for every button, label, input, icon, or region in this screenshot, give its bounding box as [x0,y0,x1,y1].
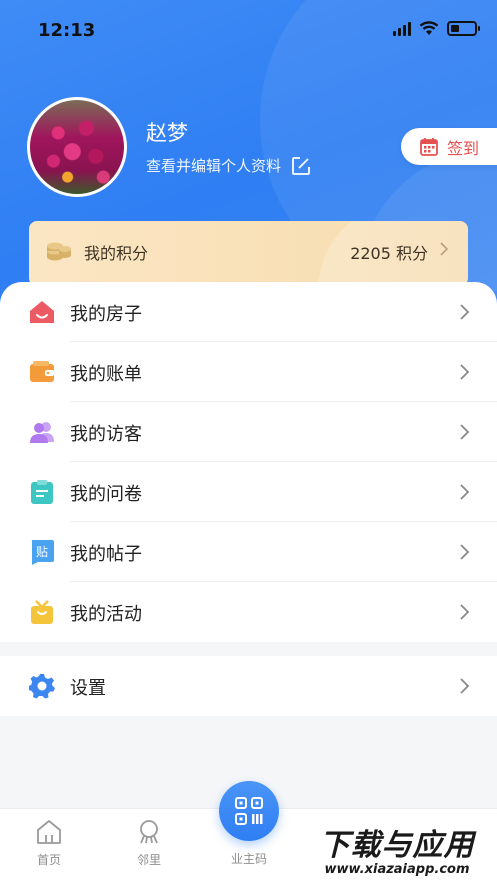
chevron-right-icon [460,544,469,560]
chevron-right-icon [460,304,469,320]
menu-item-my-house[interactable]: 我的房子 [0,282,497,342]
wifi-icon [419,21,439,35]
menu-item-label: 我的房子 [70,304,142,325]
chevron-right-icon [460,424,469,440]
tab-neighbors-label: 邻里 [136,853,161,867]
tab-home-label: 首页 [36,853,61,867]
settings-row[interactable]: 设置 [0,656,497,716]
battery-icon [447,21,480,36]
checkin-label: 签到 [447,138,480,158]
menu-item-my-visitors[interactable]: 我的访客 [0,402,497,462]
menu-item-my-posts[interactable]: 贴 我的帖子 [0,522,497,582]
menu-item-my-questionnaires[interactable]: 我的问卷 [0,462,497,522]
menu-item-label: 我的活动 [70,604,142,625]
avatar[interactable] [27,97,127,197]
points-value: 2205 积分 [350,244,428,263]
calendar-icon [420,137,438,156]
menu-item-my-activities[interactable]: 我的活动 [0,582,497,642]
user-name: 赵梦 [146,121,188,145]
chevron-right-icon [440,242,448,256]
chevron-right-icon [460,604,469,620]
menu-item-label: 我的帖子 [70,544,142,565]
clipboard-icon [31,480,53,504]
edit-icon [292,156,310,175]
chevron-right-icon [460,364,469,380]
tab-home[interactable]: 首页 [19,819,79,868]
checkin-button[interactable]: 签到 [401,128,497,165]
cellular-signal-icon [393,21,411,36]
gear-icon [29,674,55,699]
points-card[interactable]: 我的积分 2205 积分 [29,221,468,286]
svg-text:贴: 贴 [36,545,48,559]
neighbors-icon [140,820,158,844]
wallet-icon [30,361,54,382]
status-time: 12:13 [38,20,96,41]
owner-code-label: 业主码 [230,852,267,866]
settings-label: 设置 [70,678,106,699]
status-bar: 12:13 [0,0,497,60]
edit-profile-link[interactable]: 查看并编辑个人资料 [146,155,311,176]
menu-item-my-bills[interactable]: 我的账单 [0,342,497,402]
watermark-title: 下载与应用 [319,827,475,863]
menu-item-label: 我的访客 [70,424,142,445]
edit-profile-text: 查看并编辑个人资料 [146,157,282,175]
qr-code-icon [235,797,263,825]
post-icon: 贴 [31,540,54,565]
watermark-url: www.xiazaiapp.com [324,861,470,877]
gift-icon [31,600,53,624]
home-icon [37,820,61,844]
points-label: 我的积分 [84,244,149,263]
watermark: 下载与应用 www.xiazaiapp.com [297,813,497,883]
menu-item-label: 我的问卷 [70,484,142,505]
chevron-right-icon [460,678,469,694]
menu-card: 我的房子 我的账单 我的访客 我的问卷 贴 我的帖子 我的活动 [0,282,497,642]
menu-item-label: 我的账单 [70,364,142,385]
status-icons [393,21,480,36]
tab-neighbors[interactable]: 邻里 [119,819,179,868]
visitors-icon [30,422,54,443]
house-icon [30,301,54,323]
owner-code-button[interactable] [219,781,279,841]
chevron-right-icon [460,484,469,500]
coins-icon [47,242,71,261]
